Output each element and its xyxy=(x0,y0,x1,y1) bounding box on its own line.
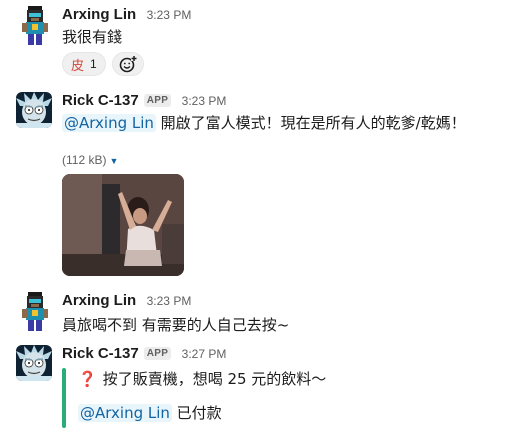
message-header: Rick C-137 APP 3:27 PM xyxy=(62,345,226,363)
gif-attachment[interactable] xyxy=(62,174,184,276)
reaction-count: 1 xyxy=(90,57,97,71)
message-body: 開啟了富人模式！現在是所有人的乾爹/乾媽！ xyxy=(155,114,466,132)
attachment-meta: (112 kB) ▼ xyxy=(62,153,502,167)
avatar[interactable] xyxy=(16,92,52,128)
timestamp[interactable]: 3:23 PM xyxy=(147,294,192,308)
timestamp[interactable]: 3:27 PM xyxy=(182,347,227,361)
author-name[interactable]: Arxing Lin xyxy=(62,292,136,309)
user-mention[interactable]: @Arxing Lin xyxy=(78,404,172,422)
message-arxing-1: Arxing Lin 3:23 PM 我很有錢 皮 1 xyxy=(0,6,512,86)
add-emoji-icon xyxy=(119,55,137,73)
chevron-down-icon[interactable]: ▼ xyxy=(109,156,118,166)
timestamp[interactable]: 3:23 PM xyxy=(182,94,227,108)
avatar[interactable] xyxy=(20,292,50,332)
paid-line: @Arxing Lin 已付款 xyxy=(78,402,222,424)
timestamp[interactable]: 3:23 PM xyxy=(147,8,192,22)
quote-text: 按了販賣機，想喝 25 元的飲料～ xyxy=(102,370,327,388)
message-arxing-2: Arxing Lin 3:23 PM 員旅喝不到 有需要的人自己去按~ xyxy=(0,292,512,336)
message-header: Arxing Lin 3:23 PM xyxy=(62,292,191,310)
quote-line: ❓ 按了販賣機，想喝 25 元的飲料～ xyxy=(78,368,326,390)
author-name[interactable]: Rick C-137 xyxy=(62,92,139,109)
message-text: 員旅喝不到 有需要的人自己去按~ xyxy=(62,316,290,334)
app-badge: APP xyxy=(143,347,172,360)
add-reaction-button[interactable] xyxy=(111,52,144,76)
reaction-emoji-icon: 皮 xyxy=(71,58,85,74)
message-header: Rick C-137 APP 3:23 PM xyxy=(62,92,226,110)
avatar[interactable] xyxy=(20,6,50,46)
avatar[interactable] xyxy=(16,345,52,381)
question-mark-icon: ❓ xyxy=(78,370,97,388)
user-mention[interactable]: @Arxing Lin xyxy=(62,114,156,132)
attachment-size: (112 kB) xyxy=(62,153,107,167)
reaction-pill[interactable]: 皮 1 xyxy=(62,52,106,76)
reactions-bar: 皮 1 xyxy=(62,52,144,76)
paid-text: 已付款 xyxy=(171,404,222,422)
app-badge: APP xyxy=(143,94,172,107)
message-header: Arxing Lin 3:23 PM xyxy=(62,6,191,24)
author-name[interactable]: Arxing Lin xyxy=(62,6,136,23)
attachment-accent-bar xyxy=(62,368,66,428)
author-name[interactable]: Rick C-137 xyxy=(62,345,139,362)
message-text: 我很有錢 xyxy=(62,28,123,46)
message-text: @Arxing Lin 開啟了富人模式！現在是所有人的乾爹/乾媽！ xyxy=(62,112,502,134)
